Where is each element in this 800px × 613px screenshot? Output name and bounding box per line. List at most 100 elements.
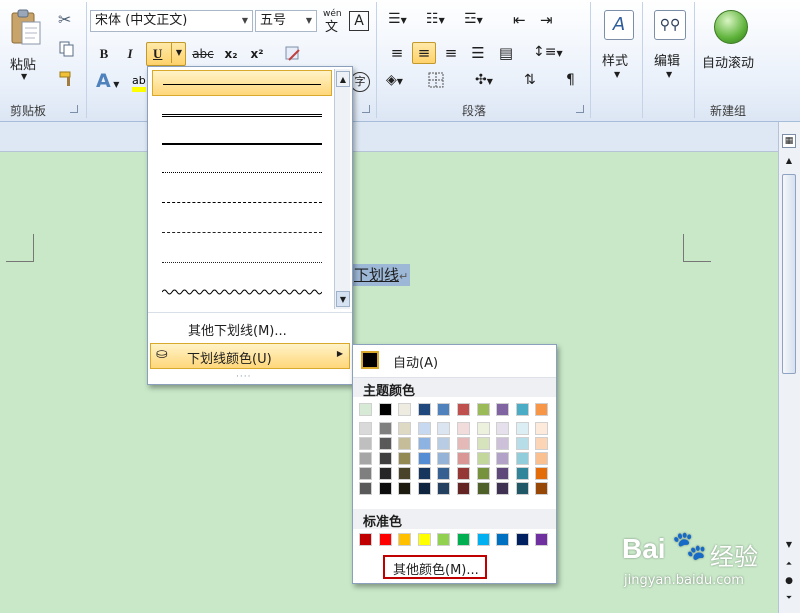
theme-color-swatch[interactable] bbox=[476, 403, 490, 416]
paragraph-dialog-launcher[interactable] bbox=[576, 105, 584, 113]
theme-color-swatch[interactable] bbox=[359, 467, 372, 480]
theme-color-swatch[interactable] bbox=[417, 437, 431, 450]
next-page-icon[interactable]: ⏷ bbox=[782, 593, 796, 605]
line-spacing-icon[interactable]: ↕≡▼ bbox=[533, 44, 565, 64]
scroll-up-icon[interactable]: ▲ bbox=[782, 156, 796, 168]
theme-color-swatch[interactable] bbox=[496, 482, 510, 495]
superscript-button[interactable]: x² bbox=[246, 43, 268, 65]
theme-color-swatch[interactable] bbox=[535, 422, 549, 435]
theme-color-swatch[interactable] bbox=[417, 403, 431, 416]
chevron-down-icon[interactable]: ▼ bbox=[171, 43, 186, 63]
resize-grip[interactable]: ···· bbox=[236, 372, 251, 382]
theme-color-swatch[interactable] bbox=[398, 482, 412, 495]
theme-color-swatch[interactable] bbox=[437, 482, 451, 495]
theme-color-swatch[interactable] bbox=[476, 467, 490, 480]
theme-color-swatch[interactable] bbox=[515, 437, 529, 450]
theme-color-swatch[interactable] bbox=[535, 403, 549, 416]
auto-scroll-button[interactable]: 自动滚动 bbox=[700, 6, 764, 74]
theme-color-swatch[interactable] bbox=[378, 467, 392, 480]
multilevel-list-icon[interactable]: ☲▼ bbox=[464, 11, 494, 31]
align-center-icon[interactable]: ≡ bbox=[412, 42, 436, 64]
theme-color-swatch[interactable] bbox=[496, 467, 510, 480]
theme-color-swatch[interactable] bbox=[398, 437, 412, 450]
bullets-icon[interactable]: ☰▼ bbox=[388, 11, 418, 31]
scroll-down-icon[interactable]: ▼ bbox=[336, 291, 350, 307]
theme-color-swatch[interactable] bbox=[535, 482, 549, 495]
standard-color-swatch[interactable] bbox=[359, 533, 372, 546]
standard-color-swatch[interactable] bbox=[437, 533, 451, 546]
underline-option-dash-dot[interactable] bbox=[152, 219, 332, 245]
theme-color-swatch[interactable] bbox=[496, 403, 510, 416]
numbering-icon[interactable]: ☷▼ bbox=[426, 11, 456, 31]
highlight-icon[interactable]: ab bbox=[132, 72, 146, 94]
format-painter-icon[interactable] bbox=[58, 70, 78, 90]
theme-color-swatch[interactable] bbox=[359, 482, 372, 495]
theme-color-swatch[interactable] bbox=[437, 437, 451, 450]
font-size-combo[interactable]: 五号 ▼ bbox=[255, 10, 317, 32]
font-name-combo[interactable]: 宋体 (中文正文) ▼ bbox=[90, 10, 253, 32]
selected-text[interactable]: 下划线↵ bbox=[352, 264, 411, 286]
clear-format-icon[interactable] bbox=[283, 44, 303, 64]
chinese-layout-icon[interactable]: ✣▼ bbox=[475, 72, 507, 92]
theme-color-swatch[interactable] bbox=[359, 452, 372, 465]
underline-color-item[interactable]: ⛀ 下划线颜色(U) ▶ bbox=[150, 343, 350, 369]
underline-button[interactable]: U ▼ bbox=[146, 42, 186, 66]
underline-option-dash-dot-dot[interactable] bbox=[152, 249, 332, 275]
theme-color-swatch[interactable] bbox=[398, 452, 412, 465]
theme-color-swatch[interactable] bbox=[437, 403, 451, 416]
theme-color-swatch[interactable] bbox=[476, 452, 490, 465]
underline-option-dotted[interactable] bbox=[152, 159, 332, 185]
cut-icon[interactable]: ✂ bbox=[58, 10, 78, 30]
show-marks-icon[interactable]: ¶ bbox=[566, 72, 586, 92]
theme-color-swatch[interactable] bbox=[515, 422, 529, 435]
theme-color-swatch[interactable] bbox=[457, 452, 470, 465]
subscript-button[interactable]: x₂ bbox=[220, 43, 242, 65]
phonetic-guide-icon[interactable]: wén 文 bbox=[323, 9, 345, 33]
theme-color-swatch[interactable] bbox=[437, 467, 451, 480]
theme-color-swatch[interactable] bbox=[417, 467, 431, 480]
vertical-scrollbar[interactable]: ▦ ▲ ▼ ⏶ ● ⏷ bbox=[778, 122, 800, 613]
theme-color-swatch[interactable] bbox=[398, 403, 412, 416]
theme-color-swatch[interactable] bbox=[437, 422, 451, 435]
borders-icon[interactable] bbox=[428, 72, 460, 92]
theme-color-swatch[interactable] bbox=[417, 452, 431, 465]
theme-color-swatch[interactable] bbox=[378, 403, 392, 416]
theme-color-swatch[interactable] bbox=[378, 452, 392, 465]
scroll-up-icon[interactable]: ▲ bbox=[336, 71, 350, 87]
theme-color-swatch[interactable] bbox=[535, 437, 549, 450]
theme-color-swatch[interactable] bbox=[496, 452, 510, 465]
scroll-thumb[interactable] bbox=[782, 174, 796, 374]
more-underlines-item[interactable]: 其他下划线(M)... bbox=[188, 320, 287, 339]
theme-color-swatch[interactable] bbox=[378, 482, 392, 495]
more-colors-item[interactable]: 其他颜色(M)... bbox=[383, 555, 487, 579]
theme-color-swatch[interactable] bbox=[515, 482, 529, 495]
styles-button[interactable]: A 样式 ▼ bbox=[598, 8, 638, 92]
underline-option-single[interactable] bbox=[152, 70, 332, 96]
browse-object-icon[interactable]: ● bbox=[782, 576, 796, 588]
align-left-icon[interactable]: ≡ bbox=[386, 42, 408, 64]
theme-color-swatch[interactable] bbox=[378, 422, 392, 435]
char-border-icon[interactable]: A bbox=[349, 11, 369, 31]
text-effect-icon[interactable]: A ▼ bbox=[96, 70, 126, 94]
editing-button[interactable]: ⚲⚲ 编辑 ▼ bbox=[650, 8, 690, 92]
underline-option-wave[interactable] bbox=[152, 279, 332, 305]
theme-color-swatch[interactable] bbox=[359, 422, 372, 435]
font-dialog-launcher[interactable] bbox=[362, 105, 370, 113]
theme-color-swatch[interactable] bbox=[417, 422, 431, 435]
auto-color-item[interactable]: 自动(A) bbox=[355, 349, 554, 373]
shading-icon[interactable]: ◈▼ bbox=[386, 72, 418, 92]
theme-color-swatch[interactable] bbox=[535, 467, 549, 480]
align-right-icon[interactable]: ≡ bbox=[440, 42, 462, 64]
justify-icon[interactable]: ☰ bbox=[467, 42, 489, 64]
standard-color-swatch[interactable] bbox=[496, 533, 510, 546]
theme-color-swatch[interactable] bbox=[476, 482, 490, 495]
theme-color-swatch[interactable] bbox=[359, 437, 372, 450]
standard-color-swatch[interactable] bbox=[378, 533, 392, 546]
theme-color-swatch[interactable] bbox=[359, 403, 372, 416]
theme-color-swatch[interactable] bbox=[457, 422, 470, 435]
italic-button[interactable]: I bbox=[120, 43, 140, 65]
underline-option-dashed[interactable] bbox=[152, 189, 332, 215]
sort-icon[interactable]: ⇅ bbox=[524, 72, 544, 92]
theme-color-swatch[interactable] bbox=[437, 452, 451, 465]
theme-color-swatch[interactable] bbox=[457, 403, 470, 416]
